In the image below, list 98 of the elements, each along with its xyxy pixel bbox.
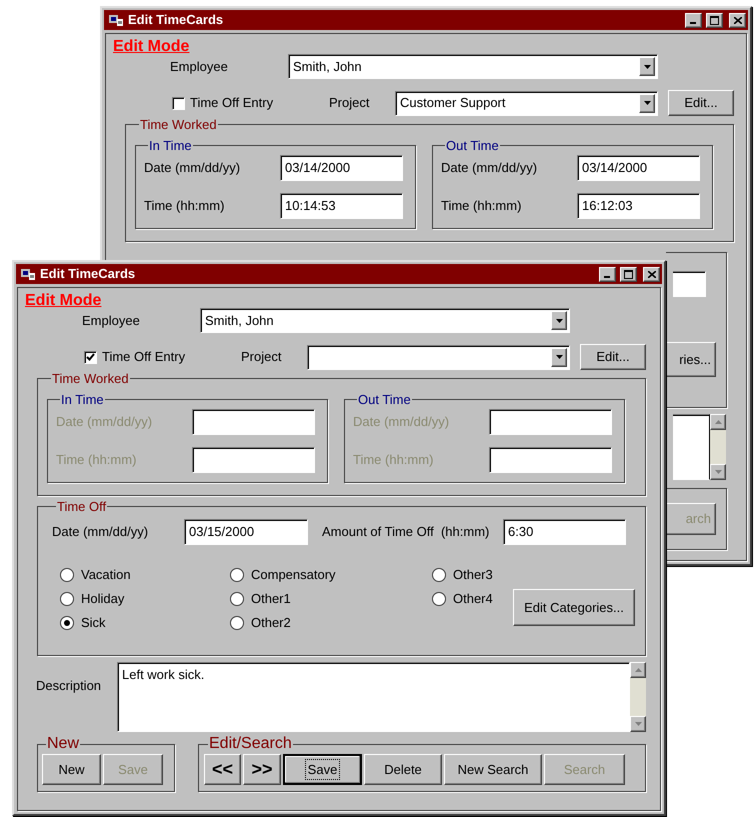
employee-label: Employee [170,58,229,76]
scrollbar[interactable] [710,414,726,480]
edit-search-button[interactable]: Save [283,754,362,785]
maximize-button[interactable] [706,12,723,28]
down-arrow-icon [644,64,650,68]
dropdown-button[interactable] [551,311,567,330]
app-icon [108,13,124,27]
new-group-button[interactable]: New [42,754,101,785]
close-icon [734,16,742,24]
date-label: Date (mm/dd/yy) [56,413,152,432]
radio-label: Compensatory [251,566,336,584]
group-title: Time Worked [51,372,130,385]
date-label: Date (mm/dd/yy) [144,159,240,178]
radio-label: Holiday [81,590,124,608]
mode-heading: Edit Mode [25,292,102,310]
radio-label: Sick [81,614,106,632]
minimize-button[interactable] [685,12,702,28]
down-arrow-icon [634,722,642,726]
dropdown-button[interactable] [551,348,567,366]
radio-label: Other3 [453,566,493,584]
date-field[interactable]: 03/14/2000 [577,155,700,181]
employee-combo[interactable]: Smith, John [200,308,570,333]
radio-button[interactable] [60,616,74,630]
dropdown-button[interactable] [639,94,655,112]
group-title: Time Worked [139,118,218,131]
group-title: Edit/Search [208,736,293,752]
check-icon [86,353,95,361]
checkbox-label: Time Off Entry [102,348,186,366]
edit-search-button[interactable]: >> [243,754,281,785]
radio-label: Other4 [453,590,493,608]
time-label: Time (hh:mm) [144,197,224,216]
time-label: Time (hh:mm) [353,451,434,470]
edit-categories-button[interactable]: ries... [666,342,716,377]
up-arrow-icon [714,420,722,424]
project-label: Project [241,348,282,366]
maximize-button[interactable] [620,266,637,282]
mode-heading: Edit Mode [113,38,190,56]
date-field[interactable]: 03/15/2000 [184,519,308,545]
checkbox-label: Time Off Entry [190,94,274,112]
radio-button[interactable] [230,568,244,582]
amount-field[interactable]: 6:30 [503,519,626,545]
window-title: Edit TimeCards [128,11,224,30]
amount-label: Amount of Time Off (hh:mm) [322,523,490,542]
radio-button[interactable] [60,568,74,582]
edit-search-button[interactable]: New Search [444,754,542,785]
minimize-button[interactable] [599,266,616,282]
radio-button[interactable] [432,592,446,606]
close-icon [648,270,656,278]
down-arrow-icon [556,318,562,322]
employee-combo[interactable]: Smith, John [288,54,658,79]
radio-label: Other2 [251,614,291,632]
edit-button[interactable]: Edit... [668,90,734,116]
edit-button[interactable]: Edit... [580,344,646,370]
close-button[interactable] [729,12,746,28]
down-arrow-icon [644,101,650,105]
down-arrow-icon [714,470,722,474]
time-label: Time (hh:mm) [56,451,136,470]
group-title: Out Time [445,139,500,152]
date-field[interactable]: 03/14/2000 [280,155,403,181]
close-button[interactable] [643,266,660,282]
description-label: Description [36,677,102,695]
date-label: Date (mm/dd/yy) [353,413,450,432]
time-label: Time (hh:mm) [441,197,522,216]
window-title: Edit TimeCards [40,265,136,284]
group-title: Out Time [357,393,412,406]
edit-categories-button[interactable]: Edit Categories... [513,589,635,626]
radio-label: Vacation [81,566,131,584]
group-title: Time Off [56,500,108,513]
radio-button[interactable] [230,592,244,606]
edit-search-button[interactable]: << [204,754,241,785]
project-combo[interactable]: Customer Support [395,90,658,116]
dropdown-button[interactable] [639,57,655,76]
checkbox[interactable] [172,96,185,110]
project-label: Project [329,94,370,112]
group-title: New [46,736,80,752]
radio-button[interactable] [432,568,446,582]
date-label: Date (mm/dd/yy) [52,523,150,542]
time-field[interactable]: 16:12:03 [577,193,700,219]
maximize-icon [710,16,719,24]
description-field[interactable] [673,414,710,480]
checkbox[interactable] [84,350,97,364]
employee-label: Employee [82,312,141,330]
amount-field[interactable] [673,271,706,297]
radio-label: Other1 [251,590,291,608]
maximize-icon [624,270,633,278]
description-field[interactable]: Left work sick. [117,662,630,732]
group-title: In Time [60,393,105,406]
group-title: In Time [148,139,193,152]
edit-search-button[interactable]: Delete [364,754,442,785]
radio-button[interactable] [230,616,244,630]
down-arrow-icon [556,355,562,359]
project-combo[interactable] [307,344,570,370]
scrollbar[interactable] [630,662,646,732]
radio-button[interactable] [60,592,74,606]
up-arrow-icon [634,668,642,672]
date-label: Date (mm/dd/yy) [441,159,538,178]
time-field[interactable]: 10:14:53 [280,193,403,219]
app-icon [20,267,36,281]
